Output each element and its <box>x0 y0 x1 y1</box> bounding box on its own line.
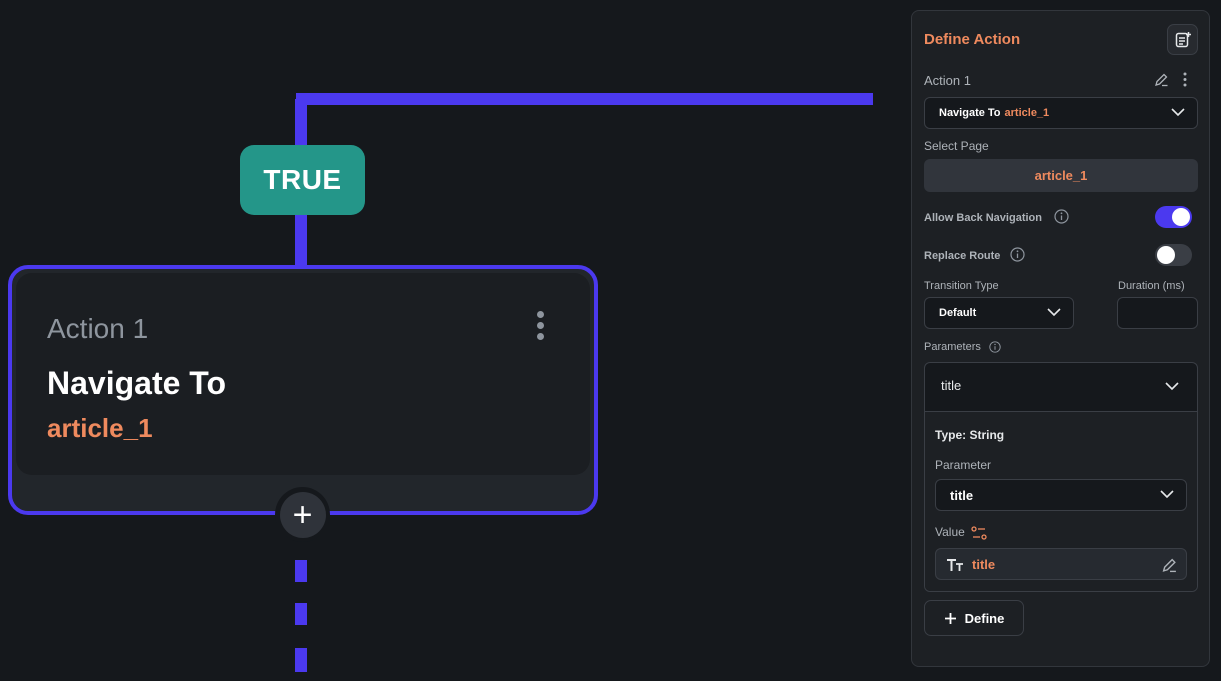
variable-icon[interactable] <box>971 526 987 540</box>
panel-title: Define Action <box>924 31 1021 48</box>
action-type-value: article_1 <box>1004 107 1050 119</box>
transition-type-label: Transition Type <box>924 280 999 292</box>
connector-dashed-3 <box>295 648 307 672</box>
edit-icon[interactable] <box>1161 557 1178 573</box>
parameter-dropdown-value: title <box>950 487 974 503</box>
true-branch-badge[interactable]: TRUE <box>240 145 365 215</box>
define-button[interactable]: Define <box>924 600 1024 636</box>
chevron-down-icon <box>1047 308 1061 317</box>
plus-icon: + <box>279 491 326 538</box>
text-type-icon <box>947 559 963 571</box>
replace-route-label: Replace Route <box>924 250 1001 262</box>
parameter-header[interactable]: title <box>925 363 1197 412</box>
action-node-card[interactable]: Action 1 Navigate To article_1 <box>16 273 590 475</box>
parameter-dropdown[interactable]: title <box>935 479 1187 511</box>
define-action-panel: Define Action Action 1 Navigate To artic… <box>911 10 1210 667</box>
add-action-button[interactable]: + <box>275 487 330 542</box>
action-node-title: Action 1 <box>47 313 149 344</box>
chevron-down-icon <box>1160 490 1174 499</box>
connector-dashed-1 <box>295 560 307 582</box>
action-type-prefix: Navigate To <box>939 107 1001 119</box>
duration-label: Duration (ms) <box>1118 280 1185 292</box>
replace-route-toggle[interactable] <box>1155 244 1192 266</box>
select-page-label: Select Page <box>924 139 989 153</box>
parameter-field-label: Parameter <box>935 458 992 472</box>
allow-back-label: Allow Back Navigation <box>924 212 1042 224</box>
action-label: Action 1 <box>924 73 971 88</box>
document-add-button[interactable] <box>1167 24 1198 55</box>
value-field[interactable]: title <box>935 548 1187 580</box>
info-icon[interactable] <box>1054 209 1069 224</box>
info-icon[interactable] <box>1010 247 1025 262</box>
parameter-body: Type: String Parameter title Value title <box>925 412 1197 591</box>
action-type-dropdown[interactable]: Navigate To article_1 <box>924 97 1198 129</box>
edit-icon[interactable] <box>1154 72 1169 87</box>
define-button-label: Define <box>964 610 1005 626</box>
parameters-label: Parameters <box>924 341 981 353</box>
value-label: Value <box>935 525 965 539</box>
transition-type-value: Default <box>939 307 977 319</box>
action-node-name: Navigate To <box>47 365 226 401</box>
chevron-down-icon <box>1165 382 1179 391</box>
document-add-icon <box>1175 31 1191 47</box>
duration-input[interactable] <box>1117 297 1198 329</box>
parameter-name: title <box>941 378 962 393</box>
more-options-icon[interactable] <box>534 311 546 345</box>
more-vertical-icon[interactable] <box>1182 72 1188 87</box>
chevron-down-icon <box>1171 108 1185 117</box>
allow-back-toggle[interactable] <box>1155 206 1192 228</box>
plus-icon <box>944 612 956 624</box>
action-node-target: article_1 <box>47 413 153 443</box>
selected-page-field[interactable]: article_1 <box>924 159 1198 192</box>
flow-canvas: TRUE Action 1 Navigate To article_1 + <box>0 0 910 681</box>
value-text: title <box>972 557 996 572</box>
action-node[interactable]: Action 1 Navigate To article_1 <box>8 265 598 515</box>
parameter-type: Type: String <box>935 428 1005 442</box>
parameter-card: title Type: String Parameter title Value <box>924 362 1198 592</box>
connector-horizontal <box>296 93 873 105</box>
info-icon[interactable] <box>989 341 1001 353</box>
connector-dashed-2 <box>295 603 307 625</box>
transition-type-dropdown[interactable]: Default <box>924 297 1074 329</box>
